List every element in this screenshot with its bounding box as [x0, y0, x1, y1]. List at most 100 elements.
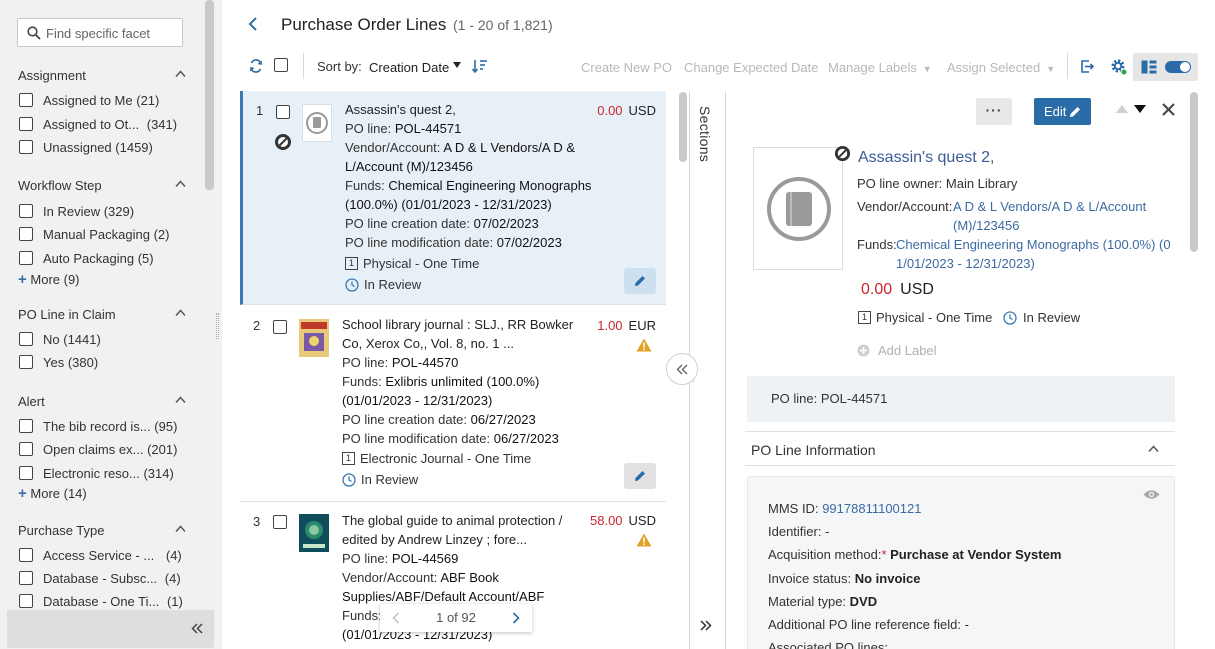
create-new-po-button[interactable]: Create New PO [581, 60, 672, 75]
facet-group-purchase-type: Purchase Type Access Service - ... (4) D… [18, 522, 190, 609]
chevron-up-icon[interactable] [175, 309, 186, 317]
chevron-up-icon[interactable] [175, 180, 186, 188]
caret-down-icon[interactable] [453, 62, 461, 68]
row-checkbox[interactable] [276, 105, 290, 119]
price: 0.00 USD [597, 103, 656, 118]
row-number: 1 [256, 103, 264, 118]
chevron-up-icon[interactable] [1148, 445, 1159, 453]
list-scrollbar[interactable] [679, 92, 687, 162]
toggle-switch[interactable] [1165, 61, 1191, 73]
facet-title[interactable]: Alert [18, 393, 190, 411]
detail-format: 1 Physical - One Time [858, 310, 992, 325]
edit-button[interactable]: Edit [1034, 98, 1091, 125]
format-icon: 1 [345, 257, 358, 270]
mms-id-link[interactable]: 99178811100121 [822, 501, 921, 516]
checkbox[interactable] [19, 548, 33, 562]
row-edit-button[interactable] [624, 268, 656, 294]
facets-scrollbar[interactable] [205, 0, 214, 190]
row-checkbox[interactable] [273, 515, 287, 529]
row-checkbox[interactable] [273, 320, 287, 334]
row-number: 3 [253, 514, 261, 529]
facet-title[interactable]: Workflow Step [18, 177, 190, 195]
caret-down-icon: ▼ [922, 64, 932, 74]
po-line-summary: PO line: POL-44571 [747, 376, 1175, 422]
checkbox[interactable] [19, 204, 33, 218]
view-toggle[interactable] [1133, 53, 1198, 81]
vendor-link[interactable]: A D & L Vendors/A D & L/Account (M)/12345… [953, 197, 1146, 235]
select-all-checkbox[interactable] [274, 58, 288, 72]
double-chevron-right-icon[interactable] [700, 620, 712, 631]
chevron-right-icon[interactable] [512, 612, 520, 624]
gear-icon[interactable] [1110, 58, 1128, 76]
detail-title[interactable]: Assassin's quest 2, [858, 149, 994, 167]
sort-dropdown[interactable]: Creation Date [369, 60, 449, 75]
checkbox[interactable] [19, 332, 33, 346]
facet-search-input[interactable] [46, 23, 178, 43]
sections-label[interactable]: Sections [697, 106, 713, 162]
back-arrow-icon[interactable] [247, 16, 259, 32]
caret-down-icon[interactable] [1134, 105, 1146, 113]
checkbox[interactable] [19, 227, 33, 241]
plus-circle-icon [857, 344, 878, 357]
plus-icon: + [18, 271, 27, 288]
change-expected-date-button[interactable]: Change Expected Date [684, 60, 818, 75]
facet-more-link[interactable]: + More (14) [18, 485, 87, 503]
item-title[interactable]: School library journal : SLJ., RR Bowker [342, 315, 592, 334]
checkbox[interactable] [19, 251, 33, 265]
more-actions-button[interactable]: ··· [976, 98, 1012, 125]
checkbox[interactable] [19, 571, 33, 585]
checkbox[interactable] [19, 466, 33, 480]
page-title: Purchase Order Lines [281, 15, 447, 34]
warning-icon [636, 533, 652, 547]
checkbox[interactable] [19, 355, 33, 369]
detail-pane: ··· Edit Assassin's quest 2, PO line own… [727, 92, 1197, 649]
clock-icon [1003, 310, 1023, 325]
checkbox[interactable] [19, 594, 33, 608]
collapse-facets-button[interactable] [7, 610, 214, 648]
item-title[interactable]: The global guide to animal protection / [342, 511, 592, 530]
caret-up-icon[interactable] [1116, 105, 1128, 113]
checkbox[interactable] [19, 419, 33, 433]
section-header-po-line-information[interactable]: PO Line Information [745, 431, 1175, 466]
collapse-list-button[interactable] [666, 353, 698, 385]
facet-group-assignment: Assignment Assigned to Me (21) Assigned … [18, 67, 190, 155]
checkbox[interactable] [19, 93, 33, 107]
facets-resize-handle[interactable] [216, 313, 219, 339]
refresh-icon[interactable] [249, 59, 263, 73]
facet-more-link[interactable]: + More (9) [18, 271, 80, 289]
funds-link[interactable]: Chemical Engineering Monographs (100.0%)… [896, 235, 1171, 273]
assign-selected-menu[interactable]: Assign Selected ▼ [947, 60, 1055, 75]
list-item[interactable]: 1 Assassin's quest 2, PO line: POL-44571… [240, 91, 666, 305]
facet-group-workflow-step: Workflow Step In Review (329) Manual Pac… [18, 177, 190, 288]
facet-search[interactable] [17, 18, 183, 47]
book-cover-thumbnail [299, 514, 329, 552]
list-item[interactable]: 2 School library journal : SLJ., RR Bowk… [240, 306, 666, 502]
price: 1.00 EUR [597, 318, 656, 333]
facets-panel: Assignment Assigned to Me (21) Assigned … [0, 0, 222, 649]
journal-cover-thumbnail [299, 319, 329, 357]
manage-labels-menu[interactable]: Manage Labels ▼ [828, 60, 932, 75]
close-icon[interactable] [1162, 103, 1175, 116]
chevron-up-icon[interactable] [175, 70, 186, 78]
chevron-up-icon[interactable] [175, 525, 186, 533]
row-edit-button[interactable] [624, 463, 656, 489]
clock-icon [345, 277, 364, 292]
add-label-button[interactable]: Add Label [857, 343, 937, 358]
facet-group-po-line-in-claim: PO Line in Claim No (1441) Yes (380) [18, 306, 190, 370]
po-line-list: 1 Assassin's quest 2, PO line: POL-44571… [240, 91, 666, 649]
split-view-icon[interactable] [1141, 60, 1157, 74]
item-title[interactable]: Assassin's quest 2, [345, 100, 595, 119]
checkbox[interactable] [19, 117, 33, 131]
detail-scrollbar[interactable] [1190, 92, 1198, 252]
facet-title[interactable]: PO Line in Claim [18, 306, 190, 324]
detail-status: In Review [1003, 310, 1080, 325]
sort-label: Sort by: [317, 59, 362, 74]
chevron-up-icon[interactable] [175, 396, 186, 404]
facet-title[interactable]: Purchase Type [18, 522, 190, 540]
export-icon[interactable] [1080, 59, 1095, 74]
facet-title[interactable]: Assignment [18, 67, 190, 85]
sort-direction-icon[interactable] [472, 58, 488, 74]
checkbox[interactable] [19, 442, 33, 456]
eye-icon[interactable] [1143, 489, 1160, 500]
checkbox[interactable] [19, 140, 33, 154]
